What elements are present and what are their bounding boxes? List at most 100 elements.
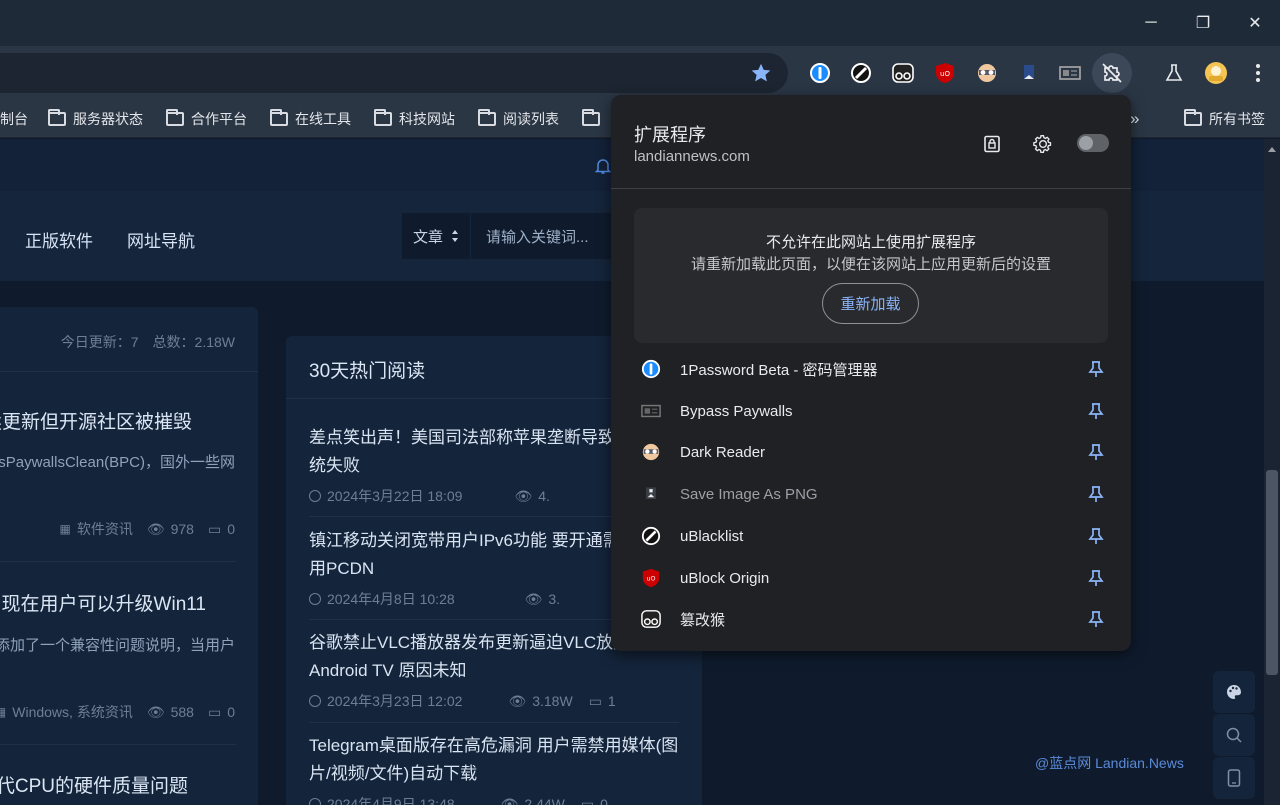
scroll-up-arrow-icon[interactable]	[1267, 146, 1277, 154]
clock-icon	[309, 593, 321, 605]
minimize-icon: ─	[1145, 14, 1157, 31]
bookmark-star-icon[interactable]	[750, 62, 772, 84]
eye-icon: 👁	[146, 703, 165, 720]
save-image-icon	[639, 482, 663, 506]
article-title[interactable]: 续更新但开源社区被摧毁	[0, 407, 192, 434]
bookmark-label: 制台	[0, 111, 28, 127]
bookmark-item[interactable]: 制台	[0, 106, 28, 132]
grid-icon: ▦	[59, 522, 71, 536]
bookmark-label: 合作平台	[191, 111, 247, 127]
extensions-puzzle-off-icon[interactable]	[1092, 53, 1132, 93]
search-placeholder: 请输入关键词...	[486, 228, 589, 246]
view-count: 3.18W	[532, 693, 573, 709]
comment-icon: ▭	[207, 520, 222, 537]
bookmarks-overflow-button[interactable]: »	[1130, 106, 1139, 132]
extension-name: uBlock Origin	[680, 569, 770, 587]
eye-icon: 👁	[500, 795, 519, 805]
article-category[interactable]: 软件资讯	[77, 519, 133, 539]
article-title[interactable]: 代CPU的硬件质量问题	[0, 771, 188, 798]
browser-toolbar: uO	[0, 46, 1280, 100]
bookmark-label: 服务器状态	[73, 111, 143, 127]
site-search-button[interactable]	[1213, 714, 1255, 756]
article-date: 2024年4月9日 13:48	[327, 796, 455, 805]
bypass-paywalls-icon[interactable]	[1056, 59, 1084, 87]
search-icon	[1226, 727, 1242, 743]
bookmark-folder[interactable]	[582, 106, 600, 132]
minimize-button[interactable]: ─	[1128, 8, 1174, 38]
close-icon: ✕	[1248, 15, 1262, 32]
folder-icon	[582, 109, 600, 126]
ublacklist-icon	[639, 524, 663, 548]
site-access-toggle[interactable]	[1077, 134, 1109, 152]
eye-icon: 👁	[146, 520, 165, 537]
labs-flask-icon[interactable]	[1160, 59, 1188, 87]
bell-icon[interactable]	[594, 157, 612, 175]
bookmark-folder[interactable]: 服务器状态	[48, 106, 143, 132]
bookmark-folder[interactable]: 科技网站	[374, 106, 455, 132]
folder-icon	[374, 109, 392, 126]
article-excerpt: sPaywallsClean(BPC)，国外一些网	[0, 454, 235, 471]
pin-icon[interactable]	[1086, 568, 1106, 588]
folder-icon	[48, 109, 66, 126]
search-category-select[interactable]: 文章	[402, 213, 470, 259]
pin-icon[interactable]	[1086, 401, 1106, 421]
pin-icon[interactable]	[1086, 526, 1106, 546]
article-date: 2024年4月8日 10:28	[327, 591, 455, 607]
browser-menu-icon[interactable]	[1244, 59, 1272, 87]
ublock-origin-icon[interactable]: uO	[931, 59, 959, 87]
pin-icon[interactable]	[1086, 484, 1106, 504]
article-title[interactable]: 现在用户可以升级Win11	[2, 589, 206, 616]
dark-reader-icon	[639, 440, 663, 464]
ublacklist-icon[interactable]	[847, 59, 875, 87]
extension-row-dark-reader[interactable]: Dark Reader	[634, 431, 1108, 473]
extension-row-1password[interactable]: 1Password Beta - 密码管理器	[634, 348, 1108, 390]
extension-row-tampermonkey[interactable]: 篡改猴	[634, 598, 1108, 640]
all-bookmarks-folder[interactable]: 所有书签	[1184, 106, 1265, 132]
hot-article[interactable]: Telegram桌面版存在高危漏洞 用户需禁用媒体(图 片/视频/文件)自动下载…	[309, 732, 689, 805]
comment-icon: ▭	[588, 692, 602, 709]
view-count: 4.	[538, 488, 550, 504]
save-image-icon[interactable]	[1015, 59, 1043, 87]
nav-link-url-navigation[interactable]: 网址导航	[127, 227, 195, 252]
restore-button[interactable]: ❐	[1180, 8, 1226, 38]
mobile-view-button[interactable]	[1213, 757, 1255, 799]
theme-palette-button[interactable]	[1213, 671, 1255, 713]
palette-icon	[1227, 685, 1241, 699]
tampermonkey-icon[interactable]	[889, 59, 917, 87]
reload-button[interactable]: 重新加载	[822, 283, 919, 324]
sort-arrows-icon	[452, 230, 458, 242]
article-date: 2024年3月23日 12:02	[327, 693, 463, 709]
view-count: 588	[170, 704, 194, 720]
extension-row-ublacklist[interactable]: uBlacklist	[634, 515, 1108, 557]
clock-icon	[309, 490, 321, 502]
extension-row-ublock-origin[interactable]: uO uBlock Origin	[634, 557, 1108, 599]
eye-icon: 👁	[524, 590, 543, 607]
extensions-settings-button[interactable]	[1030, 131, 1056, 157]
extensions-popup: 扩展程序 landiannews.com 不允许在此网站上使用扩展程序 请重新加…	[611, 95, 1131, 651]
extension-name: Bypass Paywalls	[680, 402, 793, 420]
pin-icon[interactable]	[1086, 359, 1106, 379]
site-permissions-button[interactable]	[979, 131, 1005, 157]
address-bar[interactable]	[0, 53, 788, 93]
profile-avatar[interactable]	[1202, 59, 1230, 87]
dark-reader-icon[interactable]	[973, 59, 1001, 87]
extension-row-bypass-paywalls[interactable]: Bypass Paywalls	[634, 390, 1108, 432]
pin-icon[interactable]	[1086, 442, 1106, 462]
view-count: 978	[170, 521, 194, 537]
svg-text:uO: uO	[646, 576, 655, 583]
pin-icon[interactable]	[1086, 609, 1106, 629]
1password-icon[interactable]	[806, 59, 834, 87]
tampermonkey-icon	[639, 607, 663, 631]
gear-icon	[1033, 135, 1052, 153]
search-category-label: 文章	[412, 228, 443, 246]
bookmark-folder[interactable]: 合作平台	[166, 106, 247, 132]
article-category[interactable]: Windows, 系统资讯	[12, 702, 133, 722]
extension-row-save-image-as-png[interactable]: Save Image As PNG	[634, 473, 1108, 515]
close-window-button[interactable]: ✕	[1232, 8, 1278, 38]
bookmark-folder[interactable]: 在线工具	[270, 106, 351, 132]
bookmark-folder[interactable]: 阅读列表	[478, 106, 559, 132]
nav-link-genuine-software[interactable]: 正版软件	[25, 227, 93, 252]
article-meta: 2024年3月23日 12:02 👁 3.18W ▭ 1	[309, 691, 689, 711]
scrollbar-thumb[interactable]	[1266, 470, 1278, 675]
svg-text:uO: uO	[940, 70, 950, 78]
